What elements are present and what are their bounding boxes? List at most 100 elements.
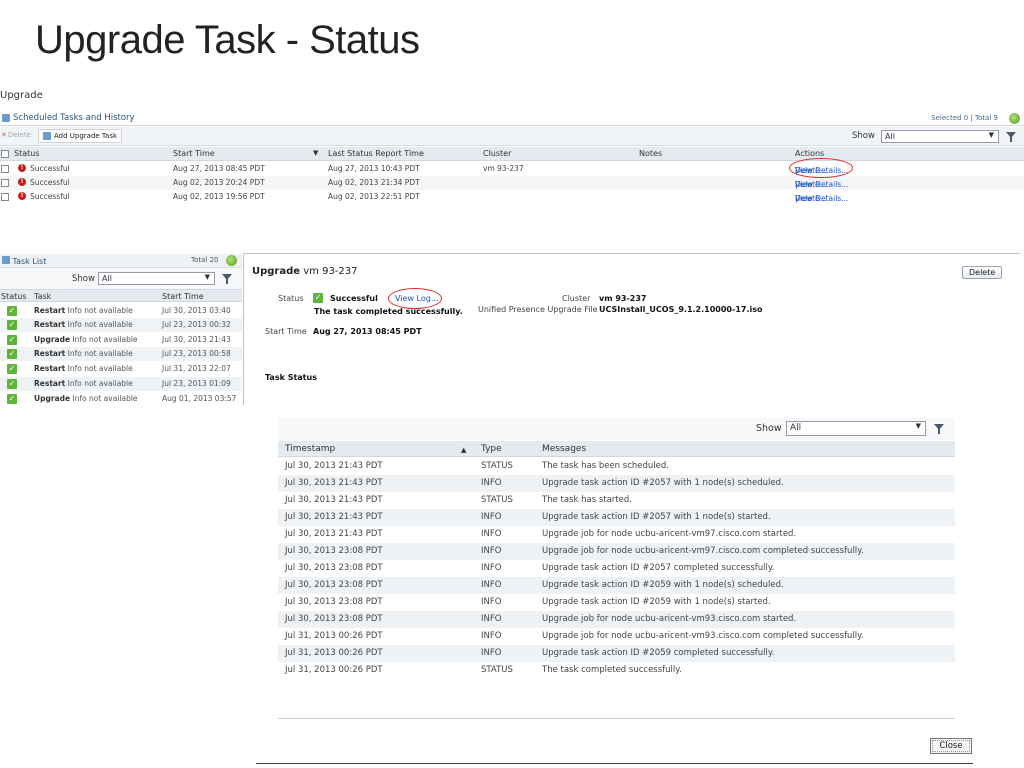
task-name: Restart (34, 349, 66, 358)
col-messages[interactable]: Messages (542, 444, 586, 454)
col-start-time[interactable]: Start Time (173, 149, 215, 158)
col-last-status[interactable]: Last Status Report Time (328, 149, 424, 158)
task-start: Jul 30, 2013 21:43 (162, 335, 231, 344)
view-log-link[interactable]: View Log... (395, 294, 438, 303)
log-message: Upgrade job for node ucbu-aricent-vm97.c… (542, 546, 864, 556)
log-timestamp: Jul 31, 2013 00:26 PDT (285, 665, 383, 675)
log-row[interactable]: Jul 30, 2013 21:43 PDT INFO Upgrade task a… (278, 509, 955, 526)
log-timestamp: Jul 30, 2013 21:43 PDT (285, 495, 383, 505)
row-checkbox[interactable] (1, 165, 9, 173)
task-detail-pane: Upgrade vm 93-237 Delete Status ✓ Succes… (243, 253, 1020, 405)
task-list-item[interactable]: ✓ Restart Info not available Jul 23, 2013 … (0, 318, 242, 332)
log-type: STATUS (481, 461, 513, 471)
col-task[interactable]: Task (34, 292, 51, 301)
log-row[interactable]: Jul 30, 2013 21:43 PDT STATUS The task has… (278, 492, 955, 509)
row-start: Aug 02, 2013 19:56 PDT (173, 192, 265, 201)
log-row[interactable]: Jul 31, 2013 00:26 PDT INFO Upgrade job fo… (278, 628, 955, 645)
success-icon: ✓ (7, 335, 17, 345)
log-message: Upgrade job for node ucbu-aricent-vm97.c… (542, 529, 797, 539)
log-row[interactable]: Jul 30, 2013 21:43 PDT INFO Upgrade job fo… (278, 526, 955, 543)
log-type: INFO (481, 580, 502, 590)
chevron-down-icon: ▼ (204, 273, 210, 281)
upgrade-file-value: UCSInstall_UCOS_9.1.2.10000-17.iso (599, 305, 763, 314)
log-message: The task has started. (542, 495, 632, 505)
log-timestamp: Jul 31, 2013 00:26 PDT (285, 648, 383, 658)
upgrade-file-label: Unified Presence Upgrade File (478, 305, 598, 314)
log-timestamp: Jul 30, 2013 23:08 PDT (285, 563, 383, 573)
sort-desc-icon: ▼ (313, 149, 319, 157)
task-list-item[interactable]: ✓ Restart Info not available Jul 23, 2013 … (0, 377, 242, 391)
col-actions: Actions (795, 149, 825, 158)
log-type: INFO (481, 563, 502, 573)
breadcrumb: Upgrade (0, 90, 43, 101)
filter-icon[interactable] (1004, 130, 1018, 143)
refresh-icon[interactable] (1009, 113, 1020, 124)
scheduled-tasks-header: Scheduled Tasks and History Selected 0 |… (0, 112, 1024, 126)
select-all-checkbox[interactable] (1, 150, 9, 158)
log-show-filter-select[interactable]: All ▼ (786, 421, 926, 436)
delete-button[interactable]: ✕Delete (1, 131, 31, 139)
refresh-icon[interactable] (226, 255, 237, 266)
row-start: Aug 02, 2013 20:24 PDT (173, 178, 265, 187)
task-start: Aug 01, 2013 03:57 (162, 394, 237, 403)
log-message: Upgrade task action ID #2059 completed s… (542, 648, 775, 658)
show-label: Show (852, 131, 875, 141)
table-row[interactable]: ! Successful Aug 02, 2013 20:24 PDT Aug … (0, 176, 1024, 190)
row-checkbox[interactable] (1, 179, 9, 187)
delete-link[interactable]: Delete... (795, 166, 827, 175)
add-upgrade-task-label: Add Upgrade Task (54, 132, 118, 140)
task-list-item[interactable]: ✓ Restart Info not available Jul 30, 2013 … (0, 304, 242, 318)
col-status[interactable]: Status (14, 149, 40, 158)
task-list-header: Task List Total 20 (0, 254, 242, 268)
log-message: Upgrade job for node ucbu-aricent-vm93.c… (542, 614, 797, 624)
row-checkbox[interactable] (1, 193, 9, 201)
success-icon: ✓ (7, 379, 17, 389)
show-label: Show (756, 423, 782, 434)
table-row[interactable]: ! Successful Aug 02, 2013 19:56 PDT Aug … (0, 190, 1024, 204)
log-row[interactable]: Jul 30, 2013 21:43 PDT INFO Upgrade task a… (278, 475, 955, 492)
log-timestamp: Jul 30, 2013 23:08 PDT (285, 597, 383, 607)
col-type[interactable]: Type (481, 444, 502, 454)
task-start: Jul 23, 2013 00:32 (162, 320, 231, 329)
log-message: Upgrade job for node ucbu-aricent-vm93.c… (542, 631, 864, 641)
log-timestamp: Jul 30, 2013 21:43 PDT (285, 512, 383, 522)
col-notes[interactable]: Notes (639, 149, 662, 158)
success-icon: ✓ (7, 306, 17, 316)
log-row[interactable]: Jul 30, 2013 23:08 PDT INFO Upgrade job fo… (278, 543, 955, 560)
log-row[interactable]: Jul 31, 2013 00:26 PDT INFO Upgrade task a… (278, 645, 955, 662)
task-list-item[interactable]: ✓ Upgrade Info not available Jul 30, 2013 … (0, 333, 242, 347)
task-name: Upgrade (34, 394, 71, 403)
table-row[interactable]: ! Successful Aug 27, 2013 08:45 PDT Aug … (0, 162, 1024, 176)
log-row[interactable]: Jul 30, 2013 23:08 PDT INFO Upgrade task a… (278, 560, 955, 577)
col-timestamp[interactable]: Timestamp (285, 444, 335, 454)
selection-count: Selected 0 | Total 9 (931, 114, 998, 122)
detail-delete-button[interactable]: Delete (962, 266, 1003, 279)
add-upgrade-task-button[interactable]: Add Upgrade Task (38, 129, 123, 143)
task-show-filter-select[interactable]: All ▼ (98, 272, 215, 285)
log-message: Upgrade task action ID #2057 with 1 node… (542, 478, 784, 488)
delete-link[interactable]: Delete... (795, 180, 827, 189)
col-start-time[interactable]: Start Time (162, 292, 204, 301)
log-row[interactable]: Jul 30, 2013 21:43 PDT STATUS The task has… (278, 458, 955, 475)
task-list-item[interactable]: ✓ Restart Info not available Jul 31, 2013 … (0, 362, 242, 376)
log-row[interactable]: Jul 30, 2013 23:08 PDT INFO Upgrade task a… (278, 577, 955, 594)
task-list-item[interactable]: ✓ Restart Info not available Jul 23, 2013 … (0, 347, 242, 361)
task-info: Info not available (67, 320, 133, 329)
status-label: Status (278, 294, 304, 303)
row-last: Aug 27, 2013 10:43 PDT (328, 164, 420, 173)
close-button[interactable]: Close (930, 738, 972, 754)
filter-icon[interactable] (220, 272, 234, 285)
cluster-label: Cluster (562, 294, 591, 303)
start-time-value: Aug 27, 2013 08:45 PDT (313, 327, 422, 336)
chevron-down-icon: ▼ (915, 422, 921, 430)
log-row[interactable]: Jul 30, 2013 23:08 PDT INFO Upgrade job fo… (278, 611, 955, 628)
log-row[interactable]: Jul 31, 2013 00:26 PDT STATUS The task com… (278, 662, 955, 679)
row-cluster: vm 93-237 (483, 164, 524, 173)
log-row[interactable]: Jul 30, 2013 23:08 PDT INFO Upgrade task a… (278, 594, 955, 611)
show-filter-select[interactable]: All ▼ (881, 130, 999, 143)
filter-icon[interactable] (932, 422, 946, 435)
delete-link[interactable]: Delete... (795, 194, 827, 203)
col-status[interactable]: Status (1, 292, 27, 301)
col-cluster[interactable]: Cluster (483, 149, 511, 158)
task-list-item[interactable]: ✓ Upgrade Info not available Aug 01, 2013 … (0, 392, 242, 406)
